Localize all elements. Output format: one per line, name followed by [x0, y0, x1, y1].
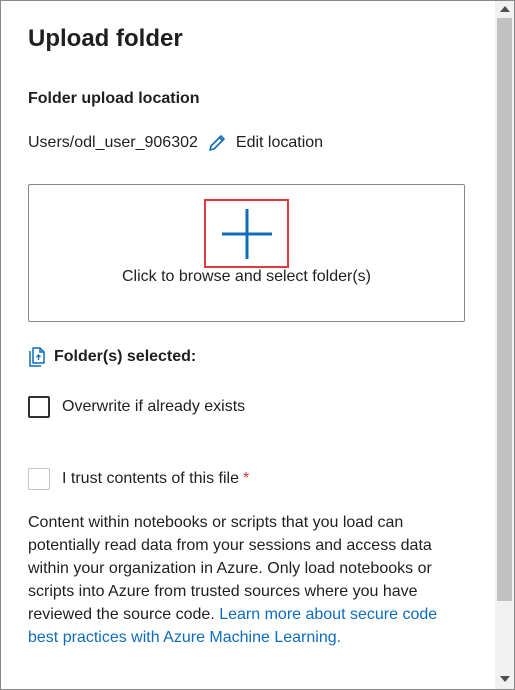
location-path: Users/odl_user_906302 — [28, 134, 198, 151]
add-folder-button[interactable] — [204, 199, 289, 268]
scroll-thumb[interactable] — [497, 18, 512, 601]
overwrite-checkbox-row[interactable]: Overwrite if already exists — [28, 396, 245, 418]
upload-panel: Upload folder Folder upload location Use… — [1, 1, 495, 689]
upload-folder-dialog: Upload folder Folder upload location Use… — [0, 0, 515, 690]
browse-folder-dropzone[interactable]: Click to browse and select folder(s) — [28, 184, 465, 322]
required-asterisk: * — [242, 470, 250, 487]
scroll-down-icon[interactable] — [500, 676, 510, 682]
overwrite-checkbox[interactable] — [28, 396, 50, 418]
edit-location-link[interactable]: Edit location — [206, 132, 323, 154]
trust-label: I trust contents of this file — [62, 470, 239, 487]
pencil-icon — [209, 135, 225, 151]
vertical-scrollbar[interactable] — [495, 1, 514, 689]
edit-location-label: Edit location — [235, 134, 324, 151]
trust-checkbox[interactable] — [28, 468, 50, 490]
files-icon — [29, 347, 45, 367]
security-description: Content within notebooks or scripts that… — [28, 511, 458, 649]
trust-checkbox-row[interactable]: I trust contents of this file * — [28, 468, 249, 490]
plus-icon — [222, 209, 272, 259]
browse-instructions: Click to browse and select folder(s) — [122, 268, 371, 285]
page-title: Upload folder — [28, 25, 183, 52]
scroll-up-icon[interactable] — [500, 6, 510, 12]
overwrite-label: Overwrite if already exists — [62, 398, 246, 415]
folder-upload-location-label: Folder upload location — [28, 90, 200, 107]
location-row: Users/odl_user_906302 Edit location — [28, 132, 323, 154]
folders-selected-label: Folder(s) selected: — [54, 348, 197, 365]
folders-selected-row: Folder(s) selected: — [28, 346, 196, 368]
